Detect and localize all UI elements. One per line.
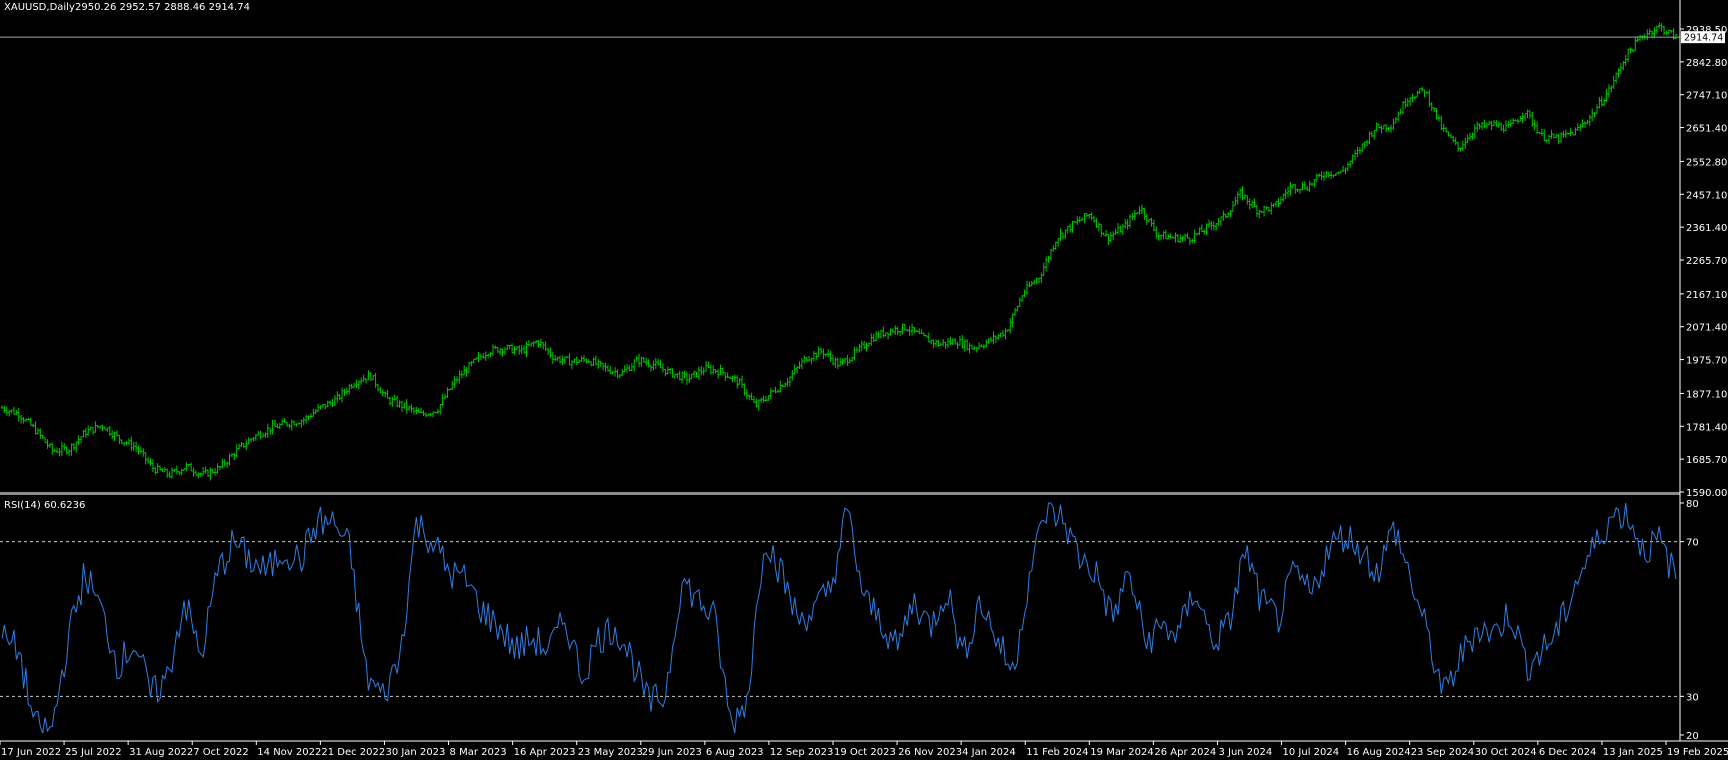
time-tick-label: 16 Aug 2024 [1347,747,1411,758]
price-tick-label: 2071.40 [1686,323,1727,334]
rsi-tick-label: 80 [1686,499,1699,510]
chart-window: XAUUSD,Daily 2950.26 2952.57 2888.46 291… [0,0,1728,760]
price-tick-label: 1685.70 [1686,455,1727,466]
time-tick-label: 7 Oct 2022 [193,747,248,758]
time-tick-label: 13 Jan 2025 [1603,747,1663,758]
time-tick-label: 6 Dec 2024 [1539,747,1597,758]
svg-text:2914.74: 2914.74 [1684,33,1723,44]
price-tick-label: 1781.40 [1686,422,1727,433]
rsi-tick-label: 70 [1686,538,1699,549]
time-tick-label: 26 Apr 2024 [1154,747,1216,758]
price-tick-label: 2651.40 [1686,124,1727,135]
time-tick-label: 3 Jun 2024 [1218,747,1272,758]
rsi-tick-label: 20 [1686,731,1699,742]
time-tick-label: 11 Feb 2024 [1026,747,1088,758]
rsi-title: RSI(14) 60.6236 [4,500,85,511]
chart-background [0,0,1728,760]
price-tick-label: 2361.40 [1686,223,1727,234]
time-tick-label: 23 Sep 2024 [1411,747,1474,758]
time-tick-label: 23 May 2023 [578,747,643,758]
time-tick-label: 16 Apr 2023 [514,747,576,758]
time-tick-label: 29 Jun 2023 [642,747,702,758]
current-price-tag: 2914.74 [1681,31,1725,44]
time-tick-label: 19 Mar 2024 [1090,747,1153,758]
price-tick-label: 2552.80 [1686,157,1727,168]
time-tick-label: 17 Jun 2022 [1,747,61,758]
time-tick-label: 12 Sep 2023 [770,747,833,758]
time-tick-label: 31 Aug 2022 [129,747,193,758]
time-tick-label: 6 Aug 2023 [706,747,764,758]
ohlc-readout: 2950.26 2952.57 2888.46 2914.74 [75,2,250,13]
time-tick-label: 30 Oct 2024 [1475,747,1537,758]
time-tick-label: 30 Jan 2023 [385,747,445,758]
price-tick-label: 1877.10 [1686,389,1727,400]
time-tick-label: 21 Dec 2022 [321,747,385,758]
price-tick-label: 2842.80 [1686,58,1727,69]
time-tick-label: 26 Nov 2023 [898,747,962,758]
time-tick-label: 4 Jan 2024 [962,747,1016,758]
time-tick-label: 19 Oct 2023 [834,747,896,758]
price-tick-label: 2457.10 [1686,190,1727,201]
time-tick-label: 8 Mar 2023 [450,747,507,758]
panel-separator[interactable] [0,492,1680,495]
symbol-title: XAUUSD,Daily [4,2,75,13]
time-tick-label: 14 Nov 2022 [257,747,321,758]
price-tick-label: 2747.10 [1686,91,1727,102]
price-axis-ticks: 2938.502842.802747.102651.402552.802457.… [1680,25,1727,499]
time-tick-label: 25 Jul 2022 [65,747,122,758]
chart-canvas: XAUUSD,Daily 2950.26 2952.57 2888.46 291… [0,0,1728,760]
price-tick-label: 1590.00 [1686,488,1727,499]
price-tick-label: 1975.70 [1686,356,1727,367]
time-tick-label: 19 Feb 2025 [1667,747,1728,758]
time-tick-label: 10 Jul 2024 [1283,747,1340,758]
rsi-tick-label: 30 [1686,692,1699,703]
price-tick-label: 2265.70 [1686,256,1727,267]
price-tick-label: 2167.10 [1686,290,1727,301]
